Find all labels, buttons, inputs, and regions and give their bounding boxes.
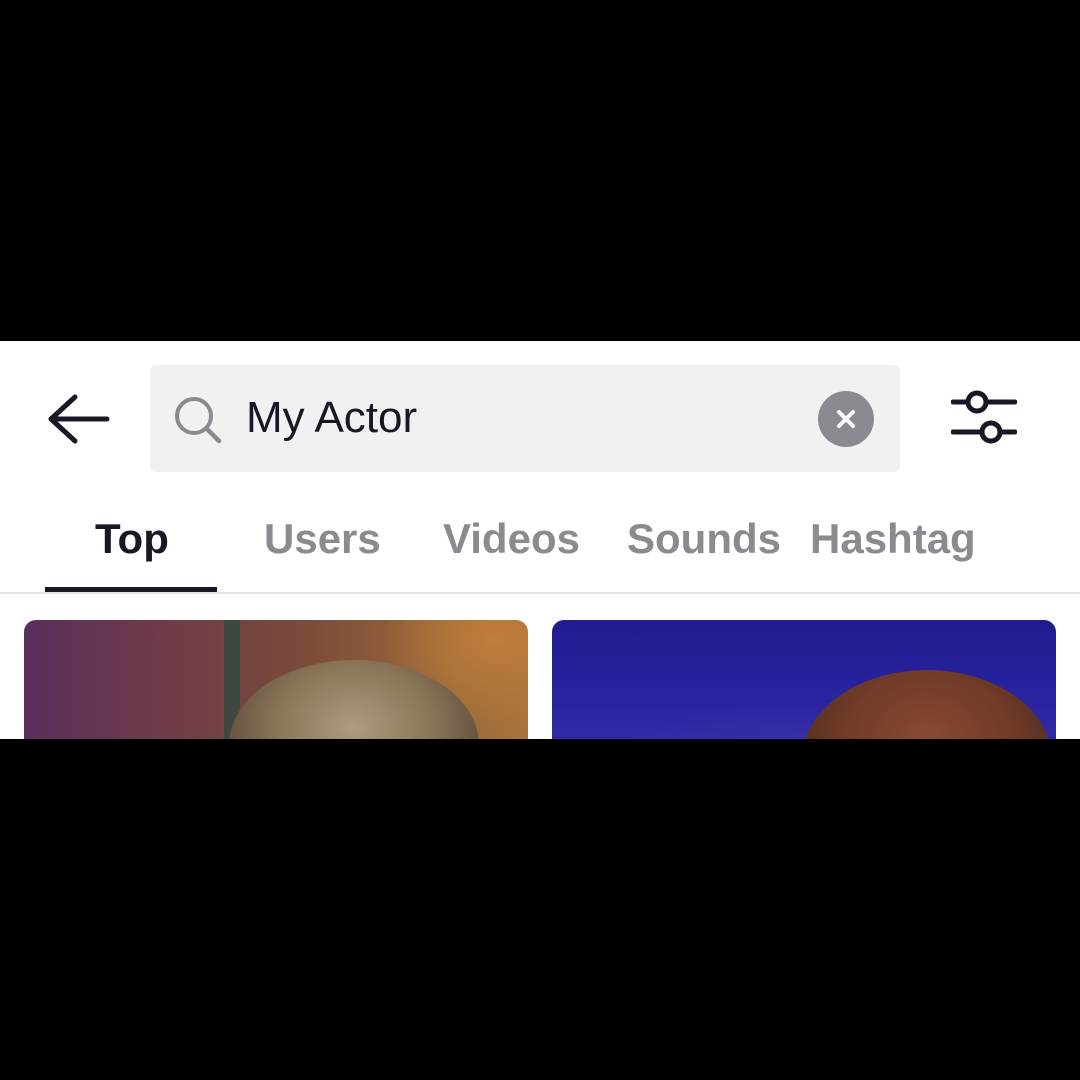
sliders-icon [951, 390, 1017, 444]
video-thumbnail[interactable] [552, 620, 1056, 739]
results-tabs: Top Users Videos Sounds Hashtag [0, 491, 1080, 592]
clear-search-button[interactable] [818, 391, 874, 447]
search-results-screen: Top Users Videos Sounds Hashtag [0, 341, 1080, 739]
search-icon [175, 397, 222, 444]
tab-hashtag[interactable]: Hashtag [810, 509, 976, 569]
search-bar[interactable] [150, 365, 900, 472]
tab-sounds[interactable]: Sounds [627, 509, 781, 569]
letterbox-frame: Top Users Videos Sounds Hashtag [0, 0, 1080, 1080]
search-input[interactable] [246, 385, 806, 451]
tab-users[interactable]: Users [264, 509, 381, 569]
thumbnail-subject [802, 670, 1052, 739]
thumbnail-subject [229, 660, 479, 739]
tab-videos[interactable]: Videos [443, 509, 580, 569]
tab-top[interactable]: Top [95, 509, 169, 569]
filter-button[interactable] [946, 385, 1022, 451]
close-icon [837, 410, 855, 428]
arrow-left-icon [48, 394, 110, 444]
tabs-divider [0, 592, 1080, 594]
back-button[interactable] [40, 386, 116, 452]
video-thumbnail[interactable] [24, 620, 528, 739]
